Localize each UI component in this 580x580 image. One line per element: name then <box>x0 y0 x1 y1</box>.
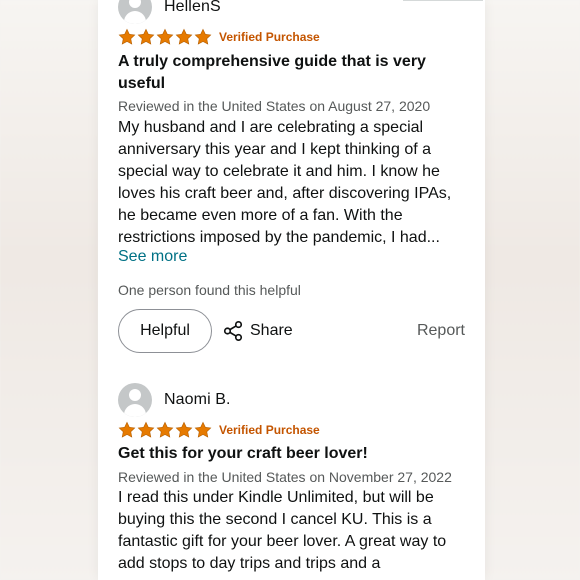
review-title[interactable]: Get this for your craft beer lover! <box>118 443 465 465</box>
reviews-card: HellenS Verified Purchase A truly compre… <box>98 0 485 580</box>
review-date: Reviewed in the United States on Novembe… <box>118 469 452 485</box>
review-body: My husband and I are celebrating a speci… <box>118 119 452 246</box>
star-icon <box>118 28 136 45</box>
review-item: HellenS Verified Purchase A truly compre… <box>118 0 465 370</box>
background-right <box>482 0 580 580</box>
reviewer-profile[interactable]: HellenS <box>118 0 221 25</box>
share-label: Share <box>250 322 293 339</box>
reviewer-name: HellenS <box>164 0 221 15</box>
review-item: Naomi B. Verified Purchase Get this for … <box>118 380 465 580</box>
reviewer-profile[interactable]: Naomi B. <box>118 382 231 418</box>
review-actions: Helpful Share Report <box>118 309 465 355</box>
rating-row: Verified Purchase <box>118 27 320 47</box>
review-date: Reviewed in the United States on August … <box>118 98 431 114</box>
share-button[interactable]: Share <box>222 309 293 353</box>
avatar-icon <box>118 0 152 24</box>
star-icon <box>175 28 193 45</box>
helpful-button[interactable]: Helpful <box>118 309 212 353</box>
star-icon <box>156 28 174 45</box>
star-rating[interactable] <box>118 28 212 46</box>
star-rating[interactable] <box>118 421 212 439</box>
star-icon <box>194 421 212 438</box>
star-icon <box>156 421 174 438</box>
star-icon <box>194 28 212 45</box>
rating-row: Verified Purchase <box>118 420 320 440</box>
star-icon <box>137 421 155 438</box>
review-title[interactable]: A truly comprehensive guide that is very… <box>118 51 465 95</box>
star-icon <box>118 421 136 438</box>
see-more-link[interactable]: See more <box>118 248 187 266</box>
star-icon <box>137 28 155 45</box>
report-link[interactable]: Report <box>417 309 465 353</box>
review-body: I read this under Kindle Unlimited, but … <box>118 489 447 572</box>
reviewer-name: Naomi B. <box>164 391 231 408</box>
share-icon <box>223 321 243 341</box>
avatar-icon <box>118 383 152 417</box>
verified-purchase-badge: Verified Purchase <box>219 30 320 44</box>
helpful-count: One person found this helpful <box>118 282 301 298</box>
verified-purchase-badge: Verified Purchase <box>219 423 320 437</box>
star-icon <box>175 421 193 438</box>
background-left <box>0 0 98 580</box>
